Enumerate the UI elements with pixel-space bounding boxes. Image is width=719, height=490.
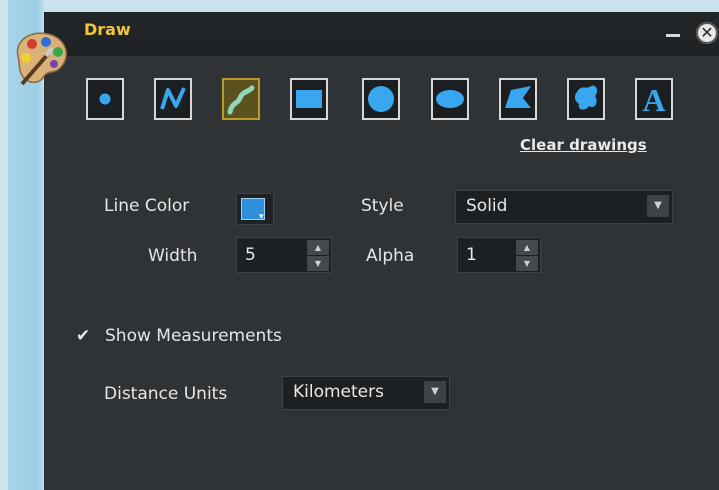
point-tool-button[interactable] [86, 78, 124, 120]
freehand-polygon-icon [575, 85, 598, 110]
alpha-stepper[interactable]: 1 ▲ ▼ [457, 237, 541, 273]
show-measurements-checkbox[interactable]: ✔ [76, 326, 90, 346]
polyline-tool-button[interactable] [154, 78, 192, 120]
polyline-icon [160, 87, 186, 110]
width-decrement-icon[interactable]: ▼ [307, 256, 329, 271]
style-label: Style [361, 196, 404, 216]
line-color-label: Line Color [104, 196, 190, 216]
title-bar [44, 12, 719, 56]
chevron-down-icon[interactable]: ▼ [647, 195, 669, 217]
alpha-increment-icon[interactable]: ▲ [516, 240, 538, 255]
minimize-icon[interactable] [666, 34, 680, 37]
circle-tool-button[interactable] [362, 78, 400, 120]
distance-units-label: Distance Units [104, 384, 228, 404]
rectangle-tool-button[interactable] [290, 78, 328, 120]
paint-palette-icon [16, 32, 67, 86]
width-stepper[interactable]: 5 ▲ ▼ [236, 237, 332, 273]
distance-units-select[interactable]: Kilometers ▼ [282, 376, 450, 410]
style-select[interactable]: Solid ▼ [455, 190, 673, 224]
close-icon[interactable]: ✕ [696, 22, 718, 44]
circle-icon [368, 86, 394, 112]
chevron-down-icon[interactable]: ▼ [424, 381, 446, 403]
freehand-polygon-tool-button[interactable] [567, 78, 605, 120]
ellipse-icon [436, 90, 464, 108]
width-value: 5 [245, 245, 256, 265]
window-title: Draw [84, 20, 131, 39]
freehand-line-icon [227, 85, 255, 115]
alpha-value: 1 [466, 245, 477, 265]
polygon-tool-button[interactable] [499, 78, 537, 120]
text-tool-button[interactable]: A [635, 78, 673, 120]
alpha-decrement-icon[interactable]: ▼ [516, 256, 538, 271]
svg-text:A: A [642, 82, 665, 118]
style-value: Solid [466, 196, 508, 216]
line-color-picker[interactable]: ▾ [236, 193, 274, 225]
width-increment-icon[interactable]: ▲ [307, 240, 329, 255]
show-measurements-label: Show Measurements [105, 326, 282, 346]
chevron-down-icon: ▾ [259, 212, 264, 222]
clear-drawings-link[interactable]: Clear drawings [520, 136, 647, 154]
rectangle-icon [296, 90, 322, 108]
distance-units-value: Kilometers [293, 382, 384, 402]
width-label: Width [148, 246, 198, 266]
polygon-icon [505, 86, 531, 108]
freehand-line-tool-button[interactable] [222, 78, 260, 120]
alpha-label: Alpha [366, 246, 415, 266]
point-icon [99, 93, 111, 105]
text-icon: A [642, 82, 665, 118]
ellipse-tool-button[interactable] [431, 78, 469, 120]
